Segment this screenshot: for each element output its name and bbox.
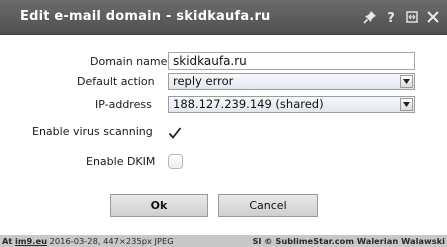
cancel-button[interactable]: Cancel	[218, 194, 318, 217]
svg-text:?: ?	[387, 11, 395, 25]
domain-name-label: Domain name	[90, 55, 168, 68]
titlebar-icons: ?	[362, 7, 441, 27]
chevron-down-icon[interactable]	[400, 75, 413, 88]
virus-scanning-checkbox[interactable]	[168, 125, 182, 139]
chevron-down-icon[interactable]	[400, 98, 413, 111]
dialog-content: Domain name skidkaufa.ru Default action …	[0, 35, 447, 235]
watermark-prefix: At	[2, 236, 13, 246]
default-action-value: reply error	[173, 74, 234, 88]
pin-icon[interactable]	[362, 9, 378, 25]
dkim-label: Enable DKIM	[86, 155, 156, 168]
ip-address-label: IP-address	[95, 98, 152, 111]
domain-name-input[interactable]: skidkaufa.ru	[168, 52, 415, 70]
ok-button[interactable]: Ok	[110, 194, 208, 217]
watermark-copyright: © SublimeStar.com Walerian Walawski	[264, 236, 445, 246]
watermark-footer: At im9.eu 2016-03-28, 447×235px JPEG SI …	[0, 235, 447, 247]
maximize-icon[interactable]	[404, 9, 420, 25]
watermark-details: 2016-03-28, 447×235px JPEG	[49, 236, 174, 246]
default-action-label: Default action	[77, 75, 155, 88]
dialog-title: Edit e-mail domain - skidkaufa.ru	[20, 9, 271, 24]
ip-address-value: 188.127.239.149 (shared)	[173, 97, 324, 111]
watermark-site-link[interactable]: im9.eu	[15, 236, 47, 246]
default-action-select[interactable]: reply error	[168, 73, 415, 90]
watermark-right-prefix: SI	[252, 236, 262, 246]
watermark-left: At im9.eu 2016-03-28, 447×235px JPEG	[2, 235, 174, 247]
checkmark-icon	[168, 127, 182, 139]
ip-address-select[interactable]: 188.127.239.149 (shared)	[168, 96, 415, 113]
virus-scanning-label: Enable virus scanning	[32, 125, 153, 138]
watermark-right: SI © SublimeStar.com Walerian Walawski	[252, 235, 445, 247]
dialog-titlebar[interactable]: Edit e-mail domain - skidkaufa.ru ?	[0, 0, 447, 35]
help-icon[interactable]: ?	[383, 9, 399, 26]
close-icon[interactable]	[425, 9, 441, 25]
dkim-checkbox[interactable]	[168, 154, 183, 169]
